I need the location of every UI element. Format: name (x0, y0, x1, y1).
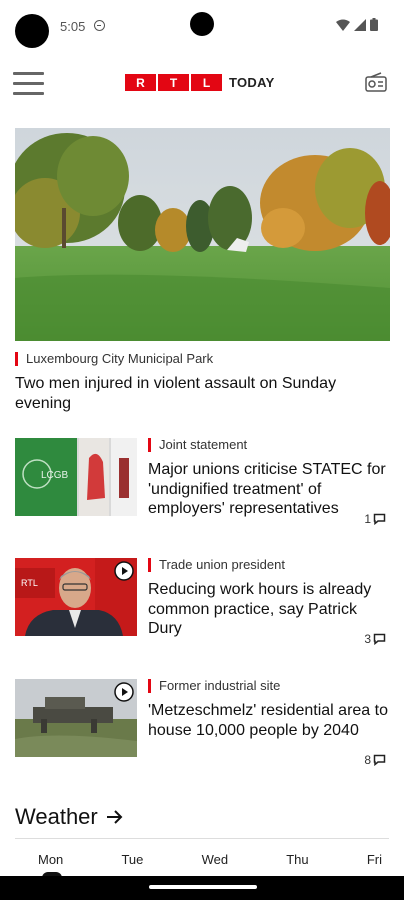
video-play-icon (114, 682, 134, 702)
article-thumbnail: LCGB (15, 438, 137, 516)
arrow-right-icon (106, 810, 123, 824)
article-kicker: Former industrial site (148, 679, 280, 693)
comment-count-value: 3 (364, 632, 371, 646)
hero-headline[interactable]: Two men injured in violent assault on Su… (15, 374, 385, 414)
hero-kicker: Luxembourg City Municipal Park (15, 352, 213, 366)
comment-count[interactable]: 8 (364, 753, 386, 767)
video-play-icon (114, 561, 134, 581)
comment-icon (373, 754, 386, 766)
do-not-disturb-icon (94, 20, 105, 31)
weather-day[interactable]: Thu (286, 852, 308, 867)
system-navigation-bar (0, 876, 404, 900)
weather-day[interactable]: Wed (202, 852, 229, 867)
article-headline[interactable]: Major unions criticise STATEC for 'undig… (148, 460, 388, 519)
status-bar: 5:05 (0, 0, 404, 52)
signal-icon (354, 18, 366, 31)
logo-suffix: TODAY (229, 75, 275, 90)
article-kicker: Trade union president (148, 558, 285, 572)
article-kicker: Joint statement (148, 438, 247, 452)
weather-section-link[interactable]: Weather (15, 804, 124, 830)
status-icons (336, 18, 378, 31)
weather-day[interactable]: Tue (121, 852, 143, 867)
logo-letter: R (125, 74, 156, 91)
article-item[interactable]: RTL Trade union president Reducing work … (15, 558, 390, 658)
comment-count[interactable]: 1 (364, 512, 386, 526)
article-item[interactable]: Former industrial site 'Metzeschmelz' re… (15, 679, 390, 779)
logo-letter: T (158, 74, 189, 91)
logo-letter: L (191, 74, 222, 91)
article-thumbnail: RTL (15, 558, 137, 636)
article-thumbnail (15, 679, 137, 757)
comment-count[interactable]: 3 (364, 632, 386, 646)
battery-icon (370, 18, 378, 31)
weather-days-row: Mon Tue Wed Thu Fri (15, 852, 390, 867)
radio-icon[interactable] (364, 70, 388, 94)
front-camera (190, 12, 214, 36)
weather-heading: Weather (15, 804, 98, 829)
comment-icon (373, 513, 386, 525)
comment-count-value: 1 (364, 512, 371, 526)
app-header: R T L TODAY (0, 62, 404, 106)
divider (15, 838, 389, 839)
status-time: 5:05 (60, 19, 86, 34)
svg-text:LCGB: LCGB (41, 470, 69, 481)
weather-day[interactable]: Fri (367, 852, 382, 867)
hero-image[interactable] (15, 128, 390, 341)
hamburger-menu-icon[interactable] (13, 70, 45, 96)
weather-day[interactable]: Mon (38, 852, 63, 867)
camera-cutout (15, 14, 49, 48)
article-headline[interactable]: Reducing work hours is already common pr… (148, 580, 388, 639)
park-photo (15, 128, 390, 341)
comment-count-value: 8 (364, 753, 371, 767)
article-item[interactable]: LCGB Joint statement Major unions critic… (15, 438, 390, 538)
svg-text:RTL: RTL (21, 578, 38, 588)
rtl-today-logo[interactable]: R T L TODAY (125, 74, 275, 91)
article-headline[interactable]: 'Metzeschmelz' residential area to house… (148, 701, 388, 740)
home-gesture-handle[interactable] (149, 885, 257, 889)
comment-icon (373, 633, 386, 645)
wifi-icon (336, 19, 350, 31)
